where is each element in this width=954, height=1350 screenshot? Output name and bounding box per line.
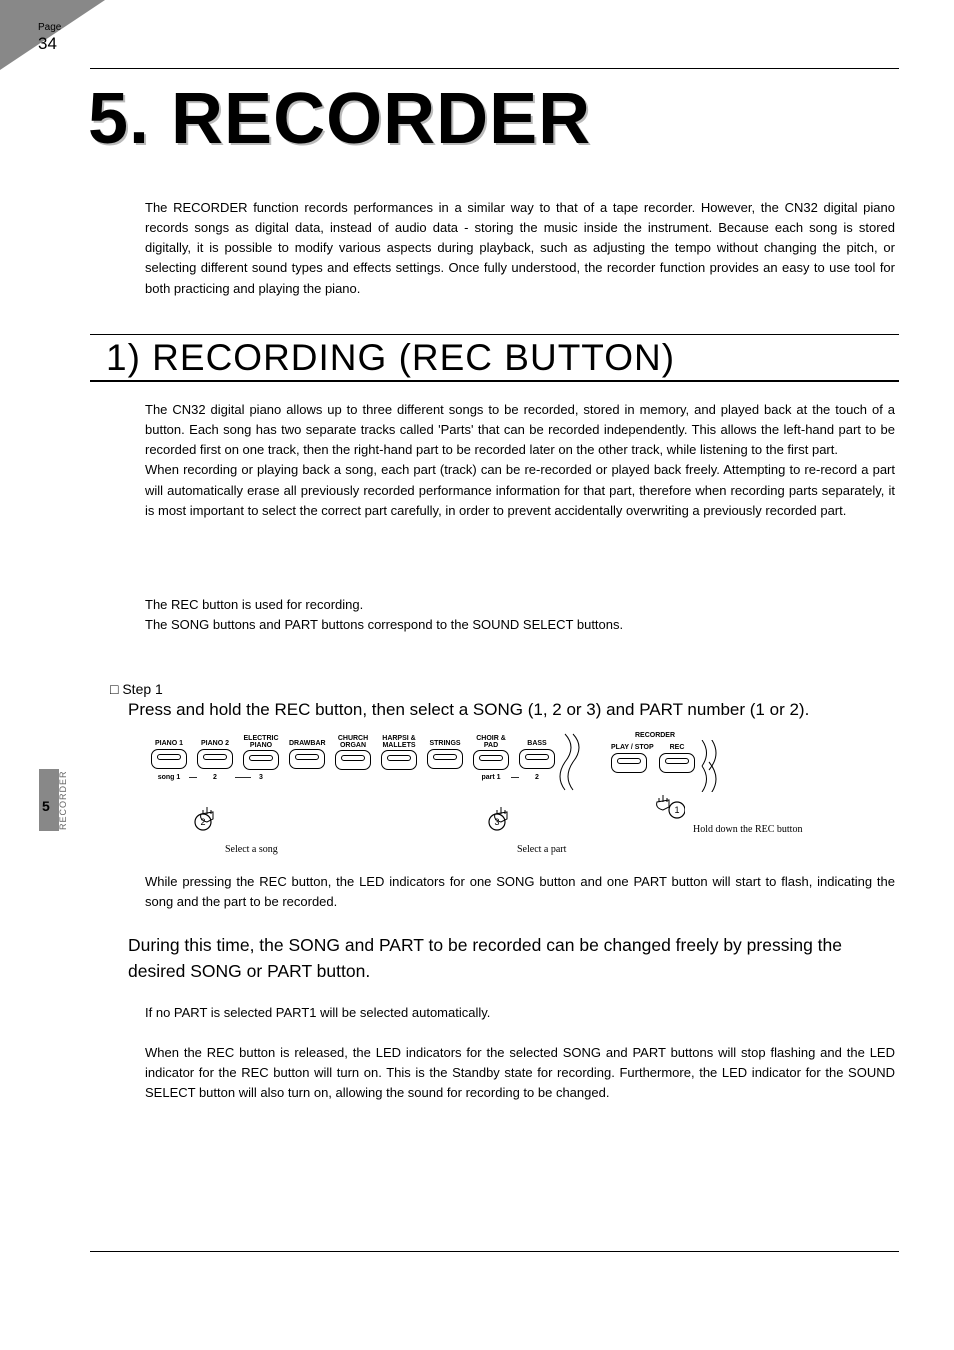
panel-button-choir-pad: CHOIR &PAD (473, 735, 509, 770)
action-text-song: Select a song (225, 844, 278, 855)
panel-button-play-stop: PLAY / STOP (611, 744, 654, 773)
hand-icon-song: 2 (193, 802, 223, 832)
intro-paragraph: The RECORDER function records performanc… (145, 198, 895, 299)
panel-button-harpsi-mallets: HARPSI &MALLETS (381, 735, 417, 770)
step-instruction: Press and hold the REC button, then sele… (128, 700, 809, 720)
panel-button-piano1: PIANO 1 (151, 740, 187, 769)
action-text-rec: Hold down the REC button (693, 824, 802, 835)
panel-button-piano2: PIANO 2 (197, 740, 233, 769)
panel-button-rec: REC (659, 744, 695, 773)
side-section-label: RECORDER (58, 770, 68, 830)
waves-icon (697, 740, 732, 792)
page-label: Page (38, 22, 61, 33)
panel-button-electric-piano: ELECTRICPIANO (243, 735, 279, 770)
note-paragraph-2: During this time, the SONG and PART to b… (128, 932, 898, 985)
note-paragraph-4: When the REC button is released, the LED… (145, 1043, 895, 1103)
step-marker: □ Step 1 (110, 681, 163, 697)
top-rule (90, 68, 899, 69)
control-panel-diagram: PIANO 1 PIANO 2 ELECTRICPIANO DRAWBAR CH… (145, 732, 915, 862)
side-chapter-number: 5 (42, 798, 50, 814)
section-title: 1) RECORDING (REC BUTTON) (90, 334, 899, 382)
hand-icon-rec: 1 (655, 790, 685, 820)
note-paragraph-1: While pressing the REC button, the LED i… (145, 872, 895, 912)
part-label-2: 2 (519, 774, 555, 781)
action-text-part: Select a part (517, 844, 566, 855)
part-dash: — (511, 773, 519, 782)
body-paragraph-1: The CN32 digital piano allows up to thre… (145, 400, 895, 521)
part-label-1: part 1 (473, 774, 509, 781)
panel-button-drawbar: DRAWBAR (289, 740, 326, 769)
svg-text:1: 1 (674, 805, 679, 815)
song-label-3: 3 (243, 774, 279, 781)
song-label-1: song 1 (151, 774, 187, 781)
body-paragraph-2: The REC button is used for recording. Th… (145, 595, 895, 635)
chapter-title: 5. RECORDER (88, 78, 591, 160)
page-number: 34 (38, 34, 57, 54)
panel-button-bass: BASS (519, 740, 555, 769)
panel-button-strings: STRINGS (427, 740, 463, 769)
bottom-rule (90, 1251, 899, 1252)
song-dash-1: — (189, 773, 197, 782)
break-curve-icon (559, 732, 589, 792)
note-paragraph-3: If no PART is selected PART1 will be sel… (145, 1003, 895, 1023)
hand-icon-part: 3 (487, 802, 517, 832)
song-label-2: 2 (197, 774, 233, 781)
recorder-label: RECORDER (610, 732, 700, 739)
panel-button-church-organ: CHURCHORGAN (335, 735, 371, 770)
